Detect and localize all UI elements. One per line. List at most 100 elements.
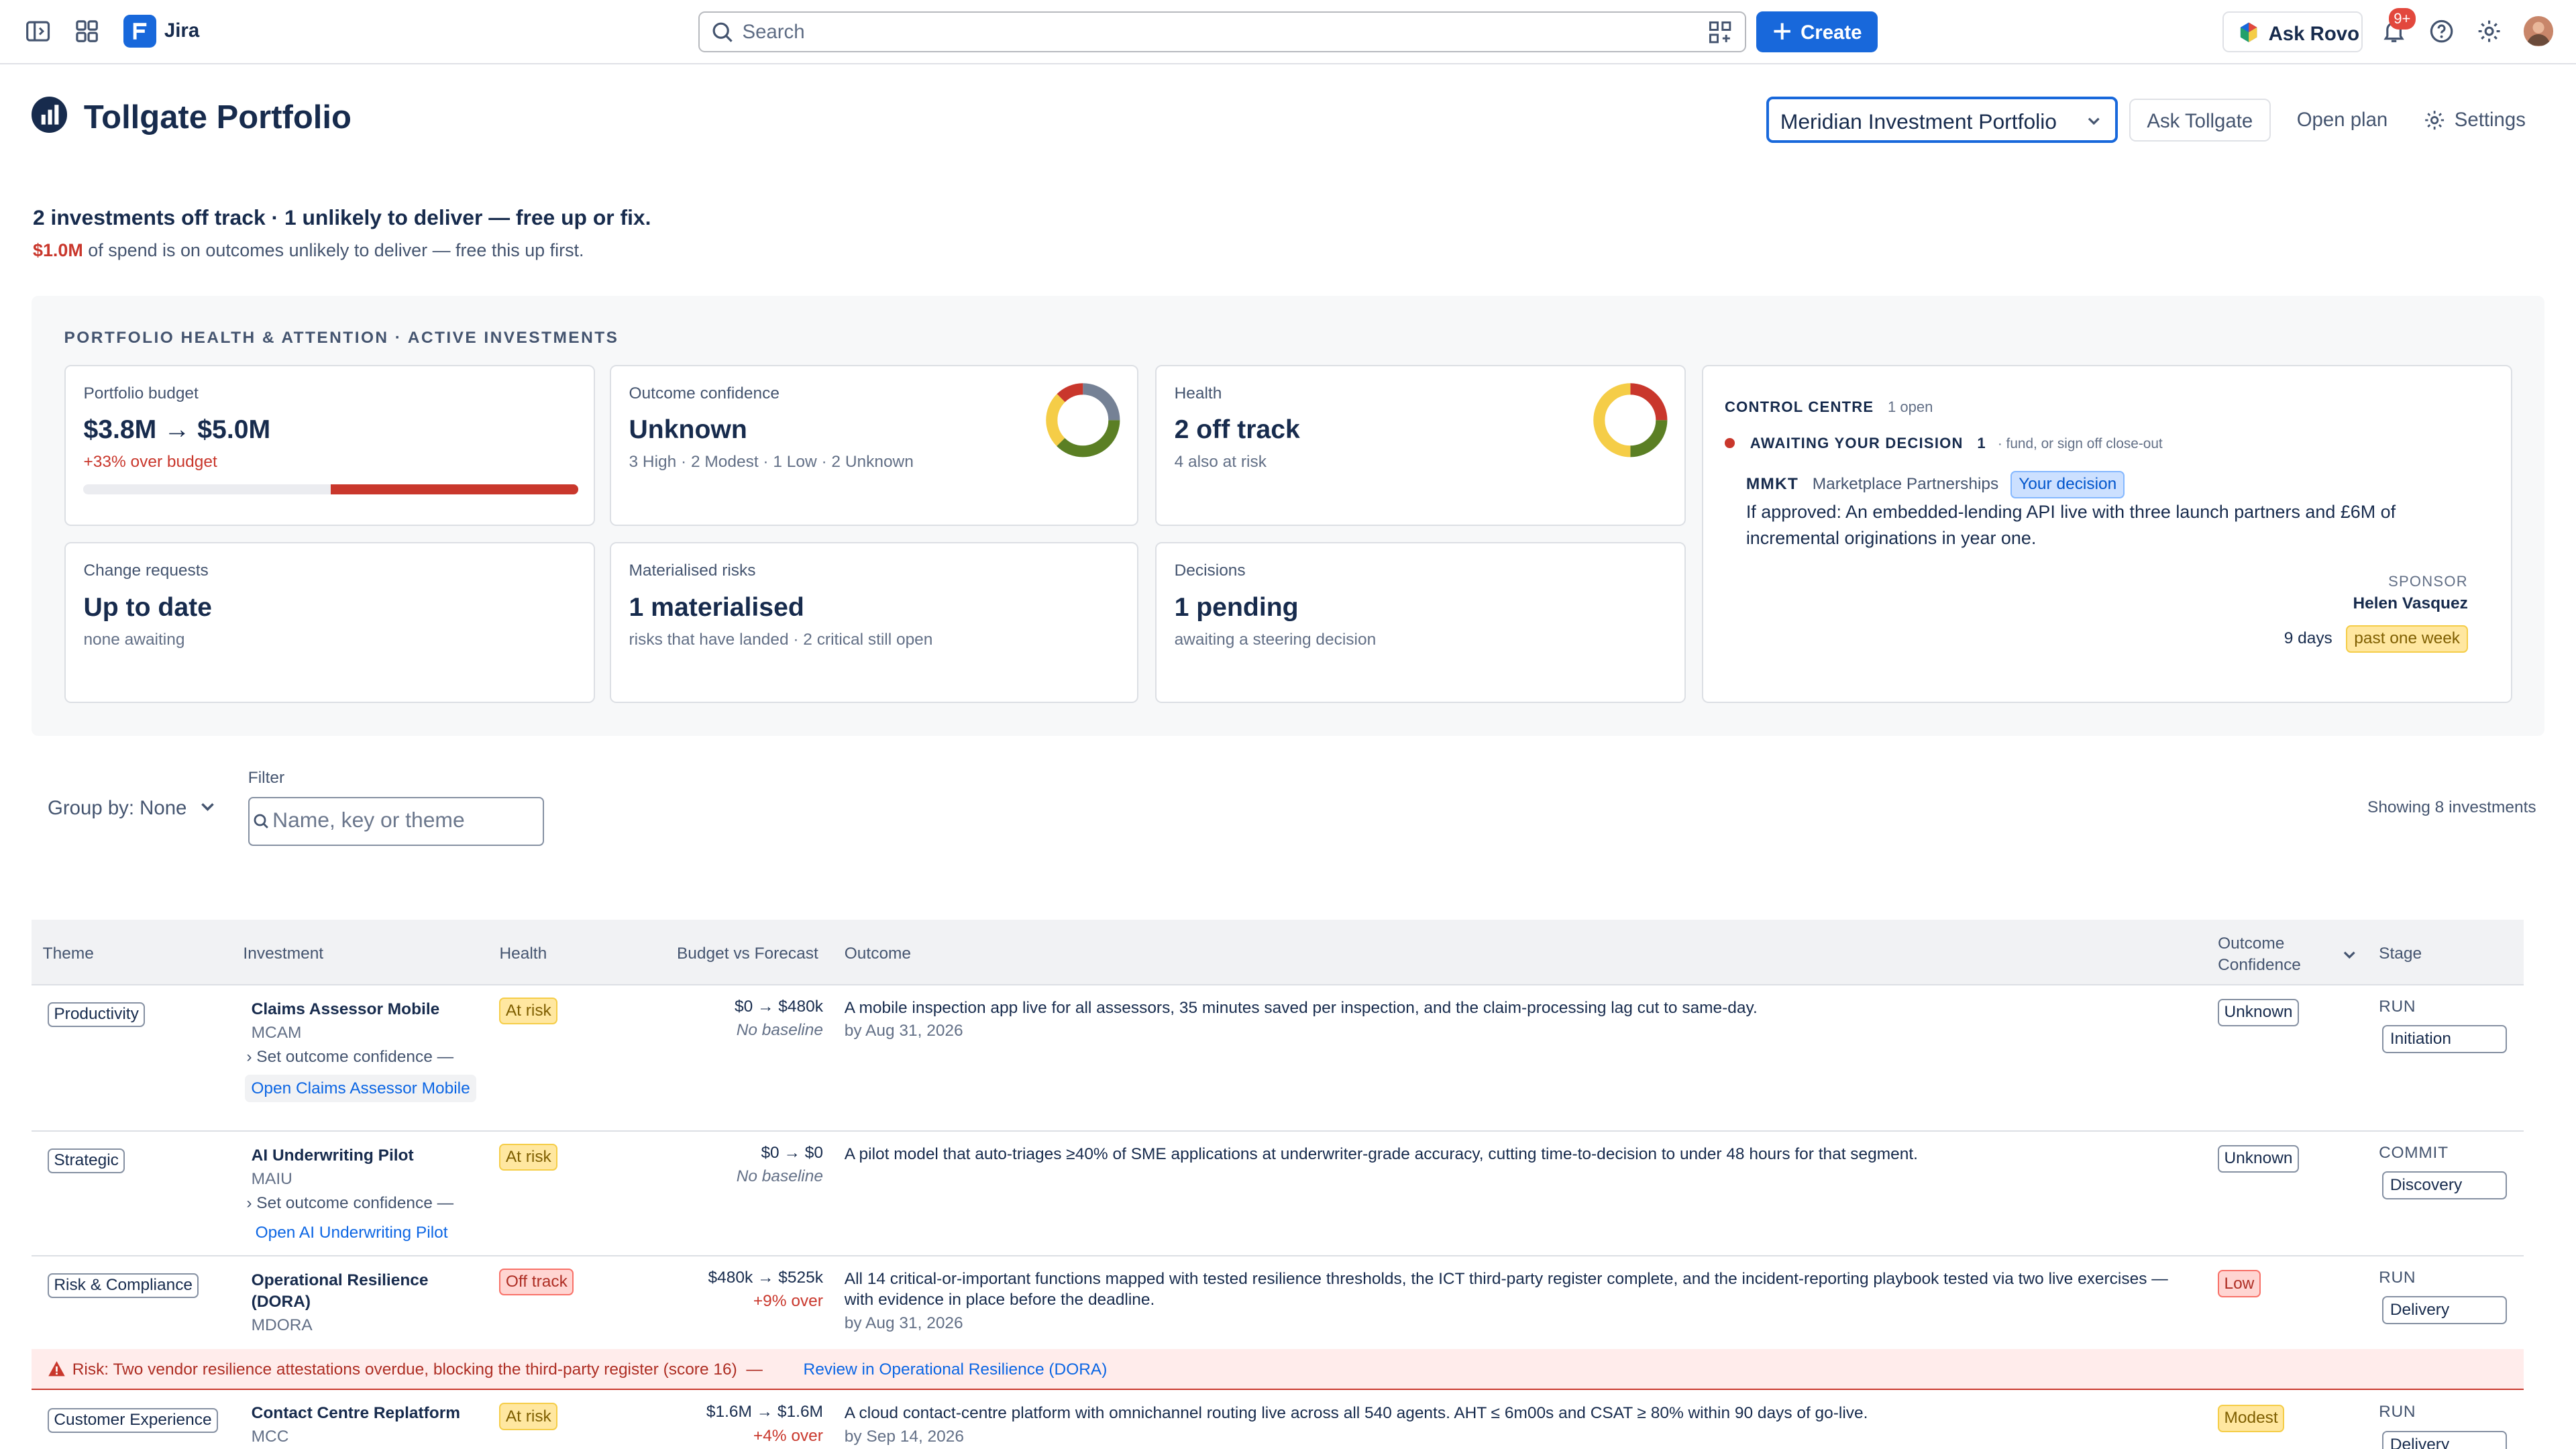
theme-tag[interactable]: Strategic <box>48 1148 125 1173</box>
past-one-week-tag: past one week <box>2346 625 2468 653</box>
materialised-risks-card[interactable]: Materialised risks 1 materialised risks … <box>609 542 1139 704</box>
table-row[interactable]: Strategic AI Underwriting Pilot MAIU › S… <box>31 1132 2524 1257</box>
health-donut-icon <box>1593 383 1667 458</box>
sort-chevron-icon[interactable] <box>2341 947 2357 963</box>
decisions-card[interactable]: Decisions 1 pending awaiting a steering … <box>1155 542 1686 704</box>
decision-item-text: If approved: An embedded-lending API liv… <box>1746 502 2396 549</box>
confidence-badge[interactable]: Low <box>2218 1270 2261 1297</box>
chevron-down-icon <box>201 803 215 812</box>
settings-button[interactable]: Settings <box>2423 107 2555 133</box>
risks-label: Materialised risks <box>629 561 756 580</box>
budget-label: Portfolio budget <box>83 384 199 402</box>
decision-item-name: Marketplace Partnerships <box>1812 475 1999 494</box>
create-label: Create <box>1801 21 1862 44</box>
outcome-text: A cloud contact-centre platform with omn… <box>844 1404 1868 1423</box>
decision-item-key: MMKT <box>1746 475 1799 494</box>
confidence-badge[interactable]: Unknown <box>2218 1144 2299 1173</box>
table-row[interactable]: Customer Experience Contact Centre Repla… <box>32 1391 2524 1449</box>
chevron-right-icon: › <box>246 1048 257 1067</box>
ask-tollgate-label: Ask Tollgate <box>2147 109 2253 132</box>
col-outcome[interactable]: Outcome <box>845 945 911 963</box>
table-row[interactable]: Risk & Compliance Operational Resilience… <box>32 1256 2524 1348</box>
rovo-icon <box>2240 22 2257 43</box>
investment-key: MCAM <box>251 1023 302 1042</box>
budget-over-text: +33% over budget <box>83 453 217 472</box>
col-investment[interactable]: Investment <box>243 945 323 963</box>
confidence-badge[interactable]: Unknown <box>2218 998 2299 1026</box>
health-badge: At risk <box>499 997 558 1025</box>
budget-value: $3.8M → $5.0M <box>83 415 271 445</box>
col-budget[interactable]: Budget vs Forecast <box>677 945 818 963</box>
confidence-card[interactable]: Outcome confidence Unknown 3 High · 2 Mo… <box>609 364 1139 526</box>
budget-note: +9% over <box>753 1291 823 1310</box>
set-confidence-toggle[interactable]: › Set outcome confidence — <box>246 1194 453 1213</box>
investment-name[interactable]: Contact Centre Replatform <box>252 1403 465 1424</box>
filter-grid-icon[interactable] <box>1709 21 1731 44</box>
open-investment-button[interactable]: Open Claims Assessor Mobile <box>244 1074 477 1103</box>
decision-age-days: 9 days <box>2284 629 2332 648</box>
help-icon[interactable] <box>2428 18 2455 44</box>
sponsor-label: SPONSOR <box>2388 573 2468 590</box>
summary-subline: $1.0M of spend is on outcomes unlikely t… <box>33 240 584 261</box>
decision-age: 9 days past one week <box>2284 621 2468 653</box>
col-theme[interactable]: Theme <box>43 945 94 963</box>
col-stage[interactable]: Stage <box>2379 945 2422 963</box>
stage-select[interactable]: Delivery <box>2382 1296 2508 1324</box>
change-requests-card[interactable]: Change requests Up to date none awaiting <box>64 542 595 704</box>
jira-logo-icon[interactable] <box>123 15 156 48</box>
health-card[interactable]: Health 2 off track 4 also at risk <box>1155 364 1686 526</box>
confidence-badge[interactable]: Modest <box>2218 1404 2285 1432</box>
budget-card[interactable]: Portfolio budget $3.8M → $5.0M +33% over… <box>64 364 595 526</box>
settings-gear-icon[interactable] <box>2476 18 2502 44</box>
budget-note: +4% over <box>753 1426 823 1445</box>
decision-item[interactable]: MMKT Marketplace Partnerships Your decis… <box>1746 466 2125 498</box>
app-name[interactable]: Jira <box>164 19 199 42</box>
ask-rovo-label: Ask Rovo <box>2268 22 2360 45</box>
top-navigation: Jira Search Create Ask Rovo 9+ <box>0 0 2576 64</box>
outcome-cell: All 14 critical-or-important functions m… <box>845 1269 2176 1334</box>
change-value: Up to date <box>83 592 212 622</box>
risk-review-link[interactable]: Review in Operational Resilience (DORA) <box>804 1360 1108 1379</box>
stage-select[interactable]: Delivery <box>2382 1431 2508 1449</box>
set-confidence-label: Set outcome confidence — <box>256 1194 454 1213</box>
health-value: 2 off track <box>1174 415 1300 445</box>
change-label: Change requests <box>83 561 209 580</box>
col-health[interactable]: Health <box>499 945 547 963</box>
health-sub: 4 also at risk <box>1174 453 1267 472</box>
stage-select[interactable]: Discovery <box>2382 1171 2508 1199</box>
portfolio-select[interactable]: Meridian Investment Portfolio <box>1766 97 2118 144</box>
risks-value: 1 materialised <box>629 592 804 622</box>
filter-field[interactable] <box>248 796 544 847</box>
theme-tag[interactable]: Productivity <box>48 1002 146 1027</box>
sidebar-toggle-icon[interactable] <box>25 18 51 44</box>
budget-vs-forecast: $0 → $480k <box>734 997 823 1016</box>
search-placeholder: Search <box>742 21 805 44</box>
outcome-cell: A cloud contact-centre platform with omn… <box>845 1403 2176 1447</box>
stage-select[interactable]: Initiation <box>2382 1025 2508 1053</box>
awaiting-count: 1 <box>1977 434 1986 451</box>
theme-tag[interactable]: Customer Experience <box>48 1407 218 1433</box>
risks-sub: risks that have landed · 2 critical stil… <box>629 630 933 649</box>
ask-rovo-button[interactable]: Ask Rovo <box>2222 11 2363 53</box>
sponsor-name: Helen Vasquez <box>2353 594 2468 613</box>
page-title: Tollgate Portfolio <box>83 99 352 136</box>
set-confidence-toggle[interactable]: › Set outcome confidence — <box>246 1048 453 1067</box>
investment-name[interactable]: Operational Resilience (DORA) <box>252 1270 465 1313</box>
awaiting-decision-row: AWAITING YOUR DECISION 1 · fund, or sign… <box>1724 425 2163 455</box>
investment-name[interactable]: Claims Assessor Mobile <box>252 999 465 1020</box>
open-plan-button[interactable]: Open plan <box>2297 109 2388 131</box>
col-confidence[interactable]: Outcome Confidence <box>2218 933 2301 976</box>
group-by-dropdown[interactable]: Group by: None <box>48 797 217 820</box>
awaiting-hint: · fund, or sign off close-out <box>1997 435 2163 451</box>
ask-tollgate-button[interactable]: Ask Tollgate <box>2129 98 2271 142</box>
create-button[interactable]: Create <box>1756 11 1878 53</box>
theme-tag[interactable]: Risk & Compliance <box>48 1273 199 1298</box>
filter-input[interactable] <box>272 808 535 833</box>
search-bar[interactable]: Search <box>698 11 1747 53</box>
risk-text: Risk: Two vendor resilience attestations… <box>72 1360 763 1379</box>
open-investment-button[interactable]: Open AI Underwriting Pilot <box>245 1219 458 1247</box>
investment-name[interactable]: AI Underwriting Pilot <box>252 1145 465 1167</box>
user-avatar[interactable] <box>2523 16 2553 46</box>
table-row[interactable]: Productivity Claims Assessor Mobile MCAM… <box>31 985 2524 1132</box>
app-switcher-icon[interactable] <box>74 18 100 44</box>
